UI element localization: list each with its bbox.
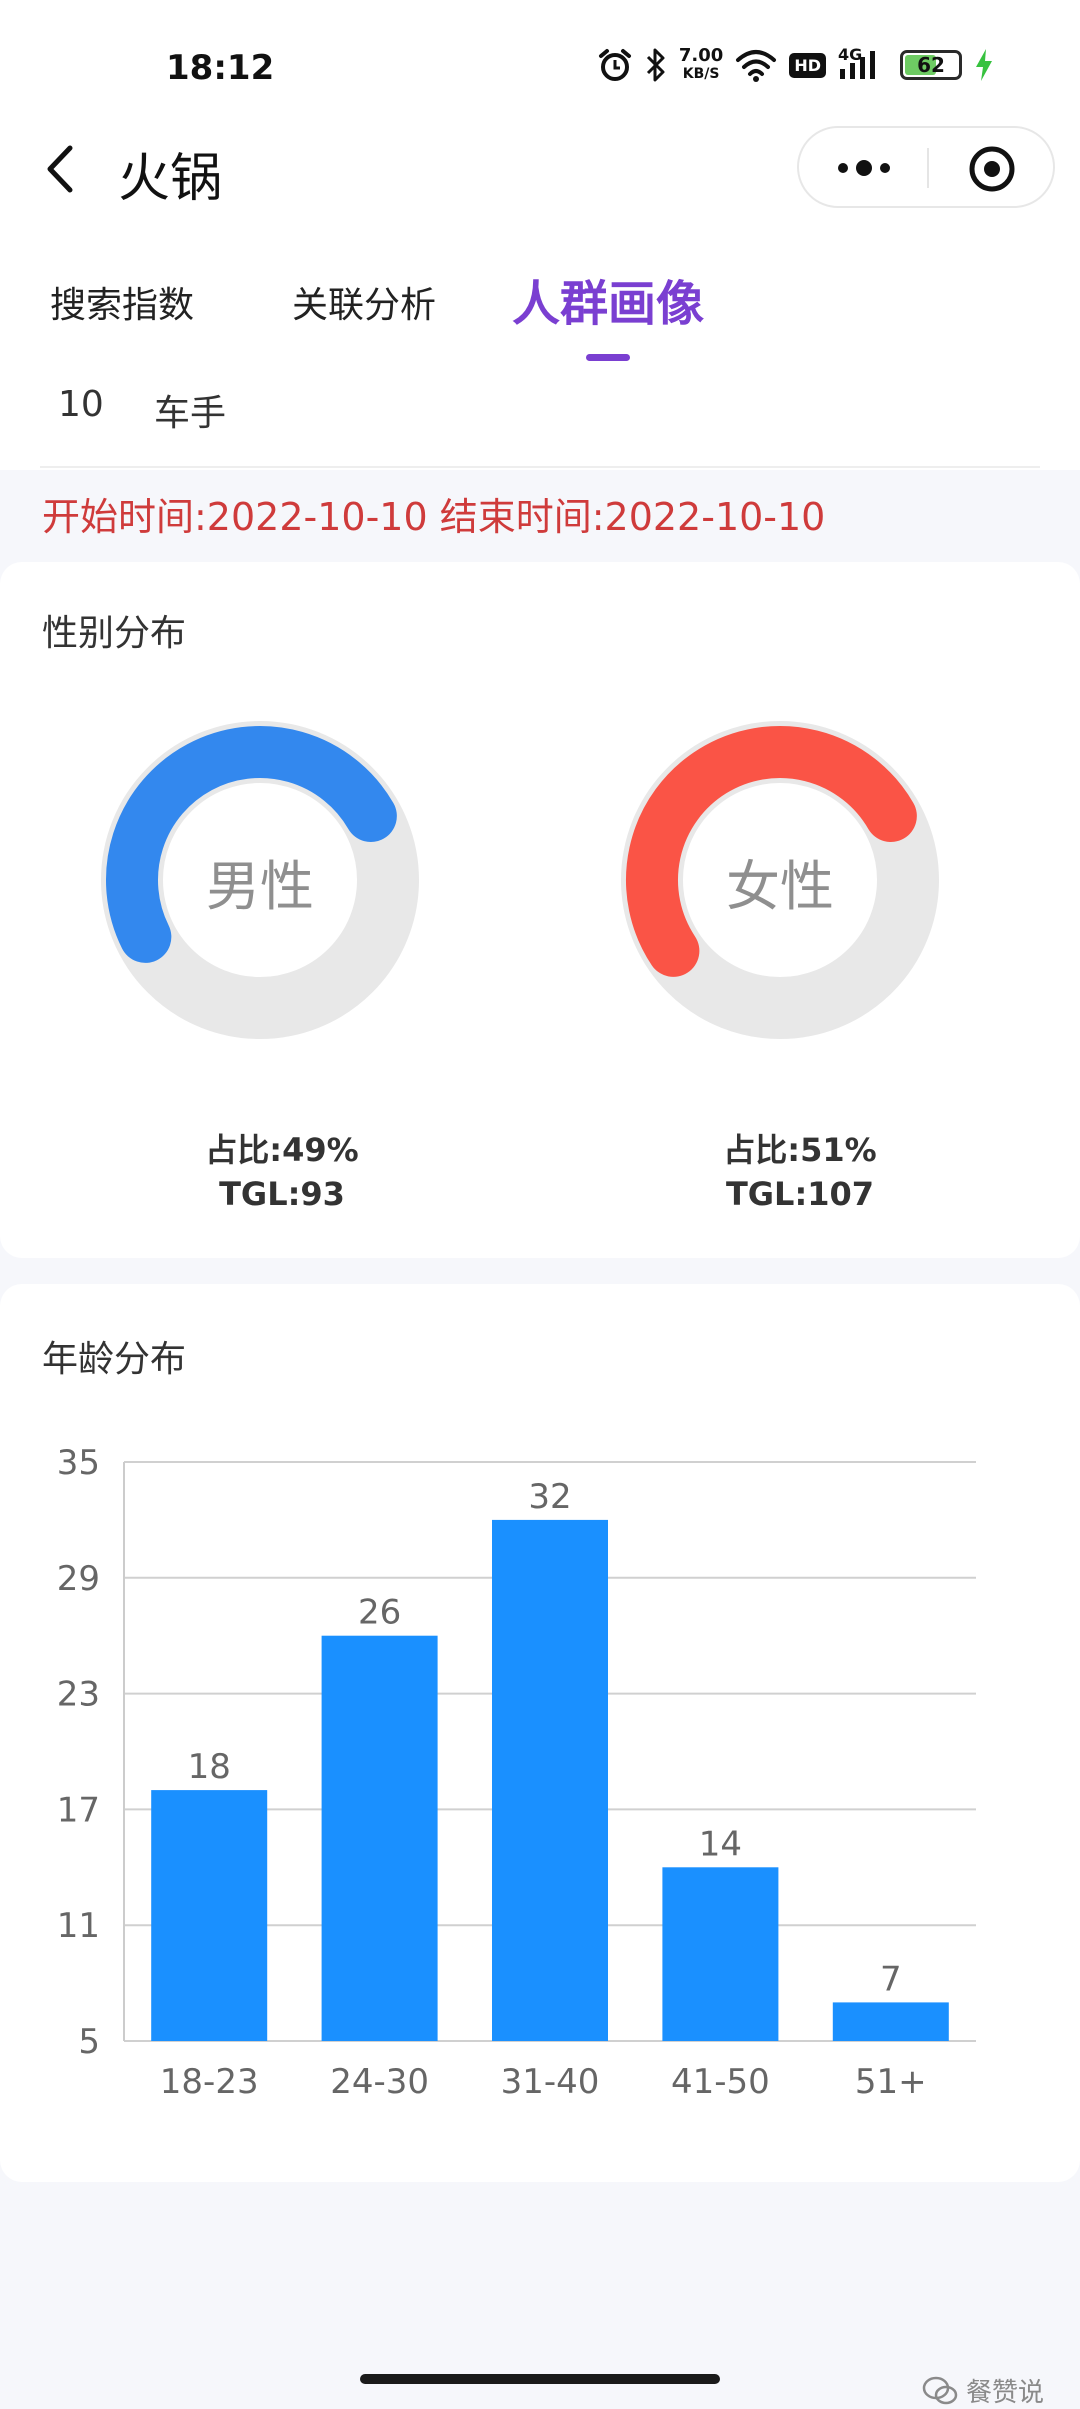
gender-card: 性别分布 男性 女性 占比:49% TGL:93 占比:51% TGL:107 [0,562,1080,1258]
bluetooth-icon [646,48,665,82]
status-time: 18:12 [166,48,275,88]
hd-badge: HD [789,52,826,78]
bar-value-label: 18 [188,1747,231,1787]
divider [40,466,1040,468]
x-tick-label: 24-30 [330,2062,429,2102]
male-share: 占比:49% [205,1131,359,1169]
x-tick-label: 51+ [855,2062,927,2102]
bar-value-label: 26 [358,1593,401,1633]
y-tick-label: 5 [78,2022,100,2062]
x-tick-label: 31-40 [501,2062,600,2102]
bar-value-label: 14 [699,1824,742,1864]
more-dots-icon[interactable] [829,148,899,188]
subcategory-label: 车手 [154,393,227,434]
subcategory-row[interactable]: 10 车手 [0,378,1080,458]
male-label: 男性 [206,855,314,918]
y-tick-label: 23 [57,1675,100,1715]
wifi-icon [736,50,777,82]
network-speed-value: 7.00 [678,45,724,66]
status-icons: 7.00 KB/S HD 4G 62 [597,42,994,88]
age-card: 年龄分布 5 11 17 23 29 35 18 18-23 26 24-30 32 31-40 14 4… [0,1284,1080,2182]
female-label: 女性 [726,855,834,918]
record-target-icon[interactable] [967,144,1017,194]
status-bar: 18:12 7.00 KB/S HD 4G 62 [0,0,1080,120]
age-bar-chart: 5 11 17 23 29 35 18 18-23 26 24-30 32 31-40 14 41-50 7… [57,1443,976,2102]
y-tick-label: 35 [57,1443,100,1483]
x-tick-label: 18-23 [160,2062,259,2102]
y-tick-label: 11 [57,1906,100,1946]
battery-icon: 62 [900,50,962,80]
bar [662,1867,779,2041]
male-tgl: TGL:93 [219,1175,345,1213]
date-range-text: 开始时间:2022-10-10 结束时间:2022-10-10 [42,495,826,539]
bar [492,1519,608,2041]
tab-bar: 搜索指数 关联分析 人群画像 [0,250,1080,370]
watermark-text: 餐赞说 [965,2378,1044,2408]
network-speed: 7.00 KB/S [679,47,723,83]
chevron-left-icon[interactable] [40,142,84,196]
gender-card-title: 性别分布 [42,613,187,654]
page-title: 火锅 [118,149,223,209]
capsule-divider [927,148,929,188]
network-speed-unit: KB/S [682,66,720,82]
home-indicator[interactable] [360,2374,720,2384]
y-tick-label: 29 [57,1559,100,1599]
bar-value-label: 7 [880,1959,902,1999]
tab-crowd-profile[interactable]: 人群画像 [512,264,704,334]
tab-active-indicator [586,354,630,361]
y-tick-label: 17 [57,1790,100,1830]
alarm-icon [598,49,631,81]
charging-icon [976,49,992,81]
female-tgl: TGL:107 [725,1175,875,1213]
bar [321,1635,438,2041]
nav-bar: 火锅 [0,120,1080,220]
bar-value-label: 32 [528,1477,571,1517]
female-stats: 占比:51% TGL:107 [650,1128,950,1216]
x-tick-label: 41-50 [671,2062,770,2102]
subcategory-rank: 10 [58,384,104,425]
bar [151,1790,268,2041]
female-share: 占比:51% [723,1131,877,1169]
wechat-icon [922,2376,958,2404]
mini-program-capsule [797,126,1055,208]
male-stats: 占比:49% TGL:93 [132,1128,432,1216]
watermark: 餐赞说 [922,2372,1044,2409]
tab-related-analysis[interactable]: 关联分析 [292,276,436,328]
bar [832,2002,949,2041]
signal-icon: 4G [838,45,888,83]
battery-level: 62 [917,53,945,77]
tab-search-index[interactable]: 搜索指数 [50,276,194,328]
